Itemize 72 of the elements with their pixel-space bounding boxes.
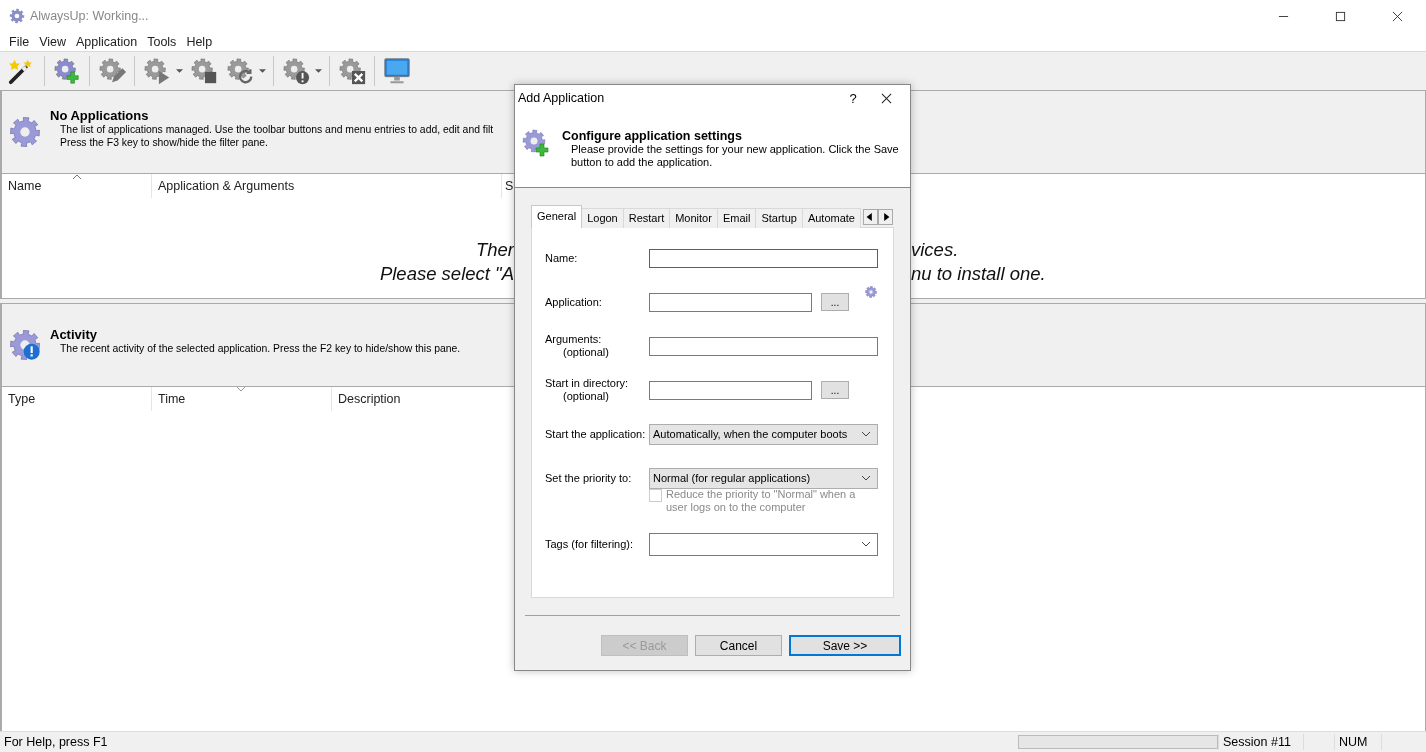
empty-message: vices. [911,238,960,262]
gear-play-icon[interactable] [142,56,172,86]
dialog-title: Add Application [518,91,605,105]
menu-item[interactable]: Application [71,34,143,49]
help-button[interactable]: ? [833,90,873,106]
pane-description: The list of applications managed. Use the toolbar buttons and menu entries to add, edit and filt [59,123,494,136]
field-sublabel: (optional) [562,390,610,403]
menu-item[interactable]: Help [181,34,218,49]
column-header[interactable]: Type [2,387,152,411]
gear-icon[interactable] [865,286,877,298]
gear-info-icon [9,329,41,361]
browse-button[interactable]: ... [821,293,849,311]
dialog-button[interactable]: Save >> [789,635,901,656]
empty-message: Ther [475,238,514,262]
dropdown[interactable]: Automatically, when the computer boots [649,423,878,445]
empty-message: Please select "A [379,262,514,286]
checkbox-label: Reduce the priority to "Normal" when a user logs on to the computer [666,488,857,514]
dropdown-caret-icon[interactable] [176,69,183,73]
monitor-icon[interactable] [382,56,412,86]
column-header[interactable]: Time [152,387,332,411]
tab[interactable]: Monitor [669,208,718,228]
text-field[interactable] [649,380,812,400]
gear-icon [9,116,41,148]
gear-plus-icon[interactable] [52,56,82,86]
field-label: Arguments: [545,333,603,346]
menu-item[interactable]: File [4,34,35,49]
dropdown-caret-icon[interactable] [315,69,322,73]
pane-description: Press the F3 key to show/hide the filter pane. [59,135,269,149]
field-label: Start in directory: [545,377,630,390]
field-label: Tags (for filtering): [545,537,635,551]
chevron-down-icon [861,431,871,437]
tab[interactable]: Automate [801,208,861,228]
browse-button[interactable]: ... [821,381,849,399]
column-header[interactable]: S [502,174,514,198]
close-icon[interactable] [881,92,892,104]
dialog-button[interactable]: Cancel [695,635,782,656]
num-lock-indicator: NUM [1334,734,1381,750]
tab[interactable]: General [531,205,583,228]
dialog-subheading: Please provide the settings for your new application. Click the Save button to add the application. [570,143,900,169]
pane-title: Activity [50,327,98,342]
dropdown[interactable]: Normal (for regular applications) [649,467,878,489]
field-label: Name: [545,251,579,265]
gear-refresh-icon[interactable] [225,56,255,86]
dialog-heading: Configure application settings [562,129,743,143]
app-gear-icon [9,8,25,24]
field-sublabel: (optional) [562,346,610,359]
window-title: AlwaysUp: Working... [30,9,149,23]
tab[interactable]: Startup [755,208,803,228]
empty-message: nu to install one. [911,262,1046,286]
chevron-down-icon [861,475,871,481]
field-label: Start the application: [545,427,647,441]
text-field[interactable] [649,336,878,356]
menu-item[interactable]: Tools [142,34,182,49]
menu-item[interactable]: View [34,34,72,49]
tab[interactable]: Email [716,208,757,228]
pane-description: The recent activity of the selected application. Press the F2 key to hide/show this pane. [59,342,461,355]
scroll-left-icon[interactable] [862,209,878,225]
gear-stop-icon[interactable] [189,56,219,86]
gear-cross-icon[interactable] [337,56,367,86]
combo-box[interactable] [649,532,878,556]
gear-info-icon[interactable] [281,56,311,86]
pane-title: No Applications [50,107,150,123]
dropdown-caret-icon[interactable] [259,69,266,73]
text-field[interactable] [649,248,878,268]
chevron-down-icon [861,541,871,547]
session-label: Session #11 [1218,734,1303,750]
status-text: For Help, press F1 [3,735,108,749]
tab[interactable]: Restart [622,208,671,228]
field-label: Set the priority to: [545,471,633,485]
text-field[interactable] [649,292,812,312]
tab[interactable]: Logon [581,208,624,228]
field-label: Application: [545,295,603,309]
